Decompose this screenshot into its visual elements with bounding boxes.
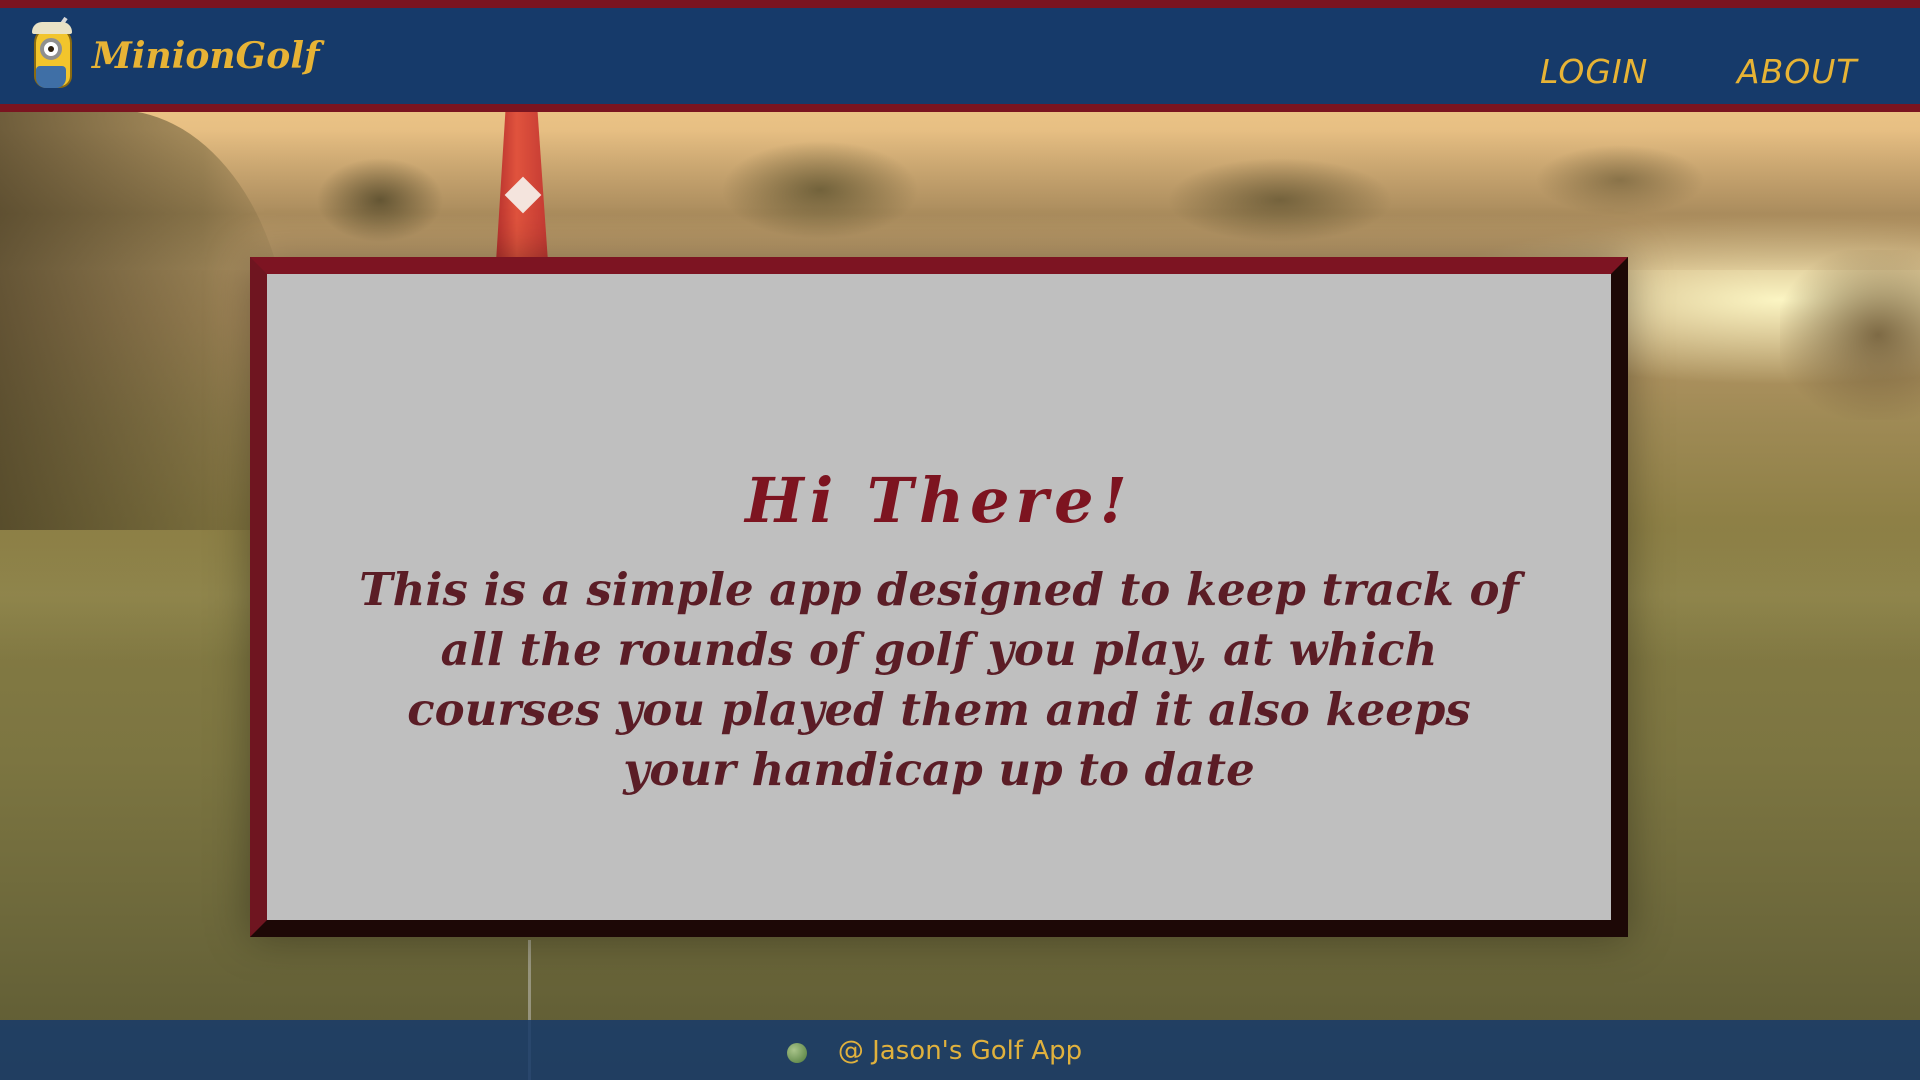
top-navbar: MinionGolf LOGIN ABOUT (0, 0, 1920, 112)
nav-about-link[interactable]: ABOUT (1737, 52, 1858, 91)
welcome-title: Hi There! (745, 464, 1133, 537)
logo-text: MinionGolf (92, 35, 320, 77)
welcome-card: Hi There! This is a simple app designed … (250, 257, 1628, 937)
welcome-description: This is a simple app designed to keep tr… (359, 563, 1519, 796)
logo[interactable]: MinionGolf (18, 16, 319, 96)
golf-ball-decoration (787, 1043, 807, 1063)
minion-pupil-shape (48, 46, 54, 52)
nav-login-link[interactable]: LOGIN (1540, 52, 1648, 91)
footer-copyright: @ Jason's Golf App (837, 1036, 1083, 1066)
footer: @ Jason's Golf App (0, 1020, 1920, 1080)
minion-golfer-icon (18, 16, 88, 96)
minion-hat-shape (32, 22, 72, 34)
background-treeline (0, 130, 1920, 270)
minion-overalls-shape (36, 66, 66, 88)
background-trees-right (1780, 250, 1920, 420)
